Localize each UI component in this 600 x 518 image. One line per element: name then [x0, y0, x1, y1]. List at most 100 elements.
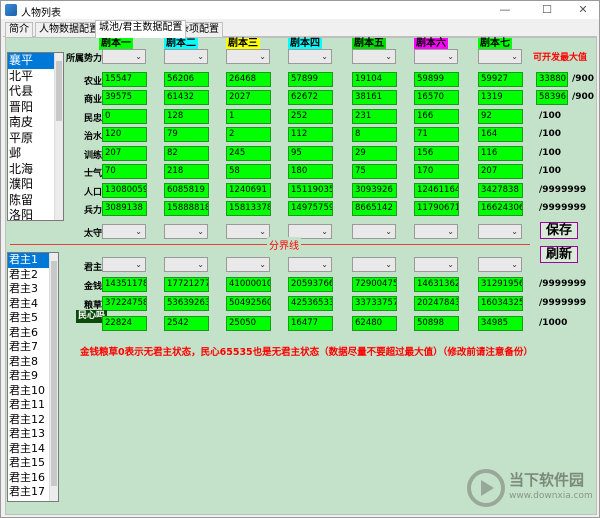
value-field[interactable]: 1	[226, 109, 271, 124]
value-field[interactable]: 15547	[102, 72, 147, 87]
value-field[interactable]: 116	[478, 146, 523, 161]
affiliation-select[interactable]: ⌄	[478, 49, 522, 64]
value-field[interactable]: 3093926	[352, 183, 397, 198]
lord-select[interactable]: ⌄	[164, 257, 208, 272]
value-field[interactable]: 231	[352, 109, 397, 124]
close-button[interactable]: ✕	[567, 1, 599, 19]
affiliation-select[interactable]: ⌄	[352, 49, 396, 64]
value-field[interactable]: 71	[414, 127, 459, 142]
value-field[interactable]: 59927	[478, 72, 523, 87]
lord-select[interactable]: ⌄	[102, 257, 146, 272]
value-field[interactable]: 2027	[226, 90, 271, 105]
value-field[interactable]: 160343258	[478, 296, 523, 311]
value-field[interactable]: 202478439	[414, 296, 459, 311]
value-field[interactable]: 1319	[478, 90, 523, 105]
lord-select[interactable]: ⌄	[414, 257, 458, 272]
value-field[interactable]: 1240691	[226, 183, 271, 198]
minimize-button[interactable]: —	[489, 1, 521, 19]
value-field[interactable]: 59899	[414, 72, 459, 87]
value-field[interactable]: 207	[478, 164, 523, 179]
value-field[interactable]: 205937662	[288, 277, 333, 292]
tab-intro[interactable]: 简介	[5, 22, 33, 37]
value-field[interactable]: 11790671	[414, 201, 459, 216]
city-list-scrollbar[interactable]	[54, 53, 63, 220]
value-field[interactable]: 504925600	[226, 296, 271, 311]
value-field[interactable]: 25050	[226, 316, 271, 331]
value-field[interactable]: 58	[226, 164, 271, 179]
value-field[interactable]: 95	[288, 146, 333, 161]
maximize-button[interactable]: ☐	[531, 1, 563, 19]
lord-select[interactable]: ⌄	[352, 257, 396, 272]
value-field[interactable]: 536392638	[164, 296, 209, 311]
governor-select[interactable]: ⌄	[226, 224, 270, 239]
affiliation-select[interactable]: ⌄	[414, 49, 458, 64]
value-field[interactable]: 56206	[164, 72, 209, 87]
max-develop-field[interactable]: 58396	[536, 90, 568, 105]
value-field[interactable]: 16570	[414, 90, 459, 105]
value-field[interactable]: 146313628	[414, 277, 459, 292]
value-field[interactable]: 6085819	[164, 183, 209, 198]
value-field[interactable]: 61432	[164, 90, 209, 105]
value-field[interactable]: 70	[102, 164, 147, 179]
value-field[interactable]: 8	[352, 127, 397, 142]
lord-listbox[interactable]: 君主1 君主2 君主3 君主4 君主5 君主6 君主7 君主8 君主9 君主10 君主11 君主12 君…	[7, 252, 59, 502]
value-field[interactable]: 218	[164, 164, 209, 179]
value-field[interactable]: 0	[102, 109, 147, 124]
value-field[interactable]: 15888818	[164, 201, 209, 216]
value-field[interactable]: 8665142	[352, 201, 397, 216]
value-field[interactable]: 207	[102, 146, 147, 161]
value-field[interactable]: 729004750	[352, 277, 397, 292]
value-field[interactable]: 170	[414, 164, 459, 179]
city-listbox[interactable]: 襄平 北平 代县 晋阳 南皮 平原邺北海 濮阳 陈留 洛阳	[7, 52, 64, 221]
governor-select[interactable]: ⌄	[414, 224, 458, 239]
value-field[interactable]: 19104	[352, 72, 397, 87]
value-field[interactable]: 38161	[352, 90, 397, 105]
value-field[interactable]: 3427838	[478, 183, 523, 198]
value-field[interactable]: 16477	[288, 316, 333, 331]
value-field[interactable]: 425365331	[288, 296, 333, 311]
value-field[interactable]: 50898	[414, 316, 459, 331]
value-field[interactable]: 14975759	[288, 201, 333, 216]
value-field[interactable]: 16624306	[478, 201, 523, 216]
value-field[interactable]: 312919560	[478, 277, 523, 292]
value-field[interactable]: 3089138	[102, 201, 147, 216]
lord-select[interactable]: ⌄	[478, 257, 522, 272]
value-field[interactable]: 62672	[288, 90, 333, 105]
value-field[interactable]: 15813378	[226, 201, 271, 216]
tab-character-data[interactable]: 人物数据配置	[35, 22, 103, 37]
value-field[interactable]: 177212771	[164, 277, 209, 292]
value-field[interactable]: 82	[164, 146, 209, 161]
refresh-button[interactable]: 刷新	[540, 246, 578, 263]
affiliation-select[interactable]: ⌄	[226, 49, 270, 64]
value-field[interactable]: 79	[164, 127, 209, 142]
value-field[interactable]: 34985	[478, 316, 523, 331]
value-field[interactable]: 143511788	[102, 277, 147, 292]
value-field[interactable]: 164	[478, 127, 523, 142]
value-field[interactable]: 92	[478, 109, 523, 124]
value-field[interactable]: 156	[414, 146, 459, 161]
lord-list-scrollbar[interactable]	[49, 253, 58, 501]
value-field[interactable]: 12461164	[414, 183, 459, 198]
governor-select[interactable]: ⌄	[102, 224, 146, 239]
value-field[interactable]: 75	[352, 164, 397, 179]
value-field[interactable]: 39575	[102, 90, 147, 105]
value-field[interactable]: 22824	[102, 316, 147, 331]
affiliation-select[interactable]: ⌄	[164, 49, 208, 64]
affiliation-select[interactable]: ⌄	[288, 49, 332, 64]
value-field[interactable]: 166	[414, 109, 459, 124]
value-field[interactable]: 120	[102, 127, 147, 142]
tab-city-lord-data[interactable]: 城池/君主数据配置	[95, 20, 187, 38]
value-field[interactable]: 57899	[288, 72, 333, 87]
value-field[interactable]: 62480	[352, 316, 397, 331]
value-field[interactable]: 26468	[226, 72, 271, 87]
governor-select[interactable]: ⌄	[164, 224, 208, 239]
governor-select[interactable]: ⌄	[352, 224, 396, 239]
save-button[interactable]: 保存	[540, 222, 578, 239]
max-develop-field[interactable]: 33880	[536, 72, 568, 87]
value-field[interactable]: 13080059	[102, 183, 147, 198]
value-field[interactable]: 410000103	[226, 277, 271, 292]
value-field[interactable]: 337337573	[352, 296, 397, 311]
value-field[interactable]: 128	[164, 109, 209, 124]
value-field[interactable]: 180	[288, 164, 333, 179]
lord-select[interactable]: ⌄	[288, 257, 332, 272]
